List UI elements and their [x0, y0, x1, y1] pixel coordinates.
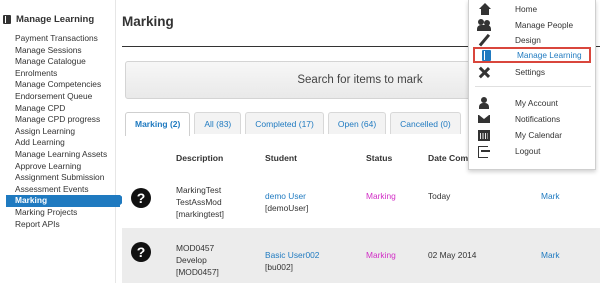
- sidebar: Manage Learning Payment Transactions Man…: [0, 0, 126, 283]
- page-title: Marking: [122, 14, 174, 29]
- home-icon: [477, 2, 493, 15]
- menu-item-label: Manage People: [515, 19, 574, 30]
- column-header-date: Date Comp: [428, 153, 474, 163]
- menu-item-my-calendar[interactable]: My Calendar: [473, 127, 591, 142]
- menu-item-label: Design: [515, 34, 541, 45]
- sidebar-item-marking[interactable]: Marking: [6, 195, 126, 207]
- sidebar-header: Manage Learning: [3, 13, 94, 25]
- sidebar-item-manage-cpd-progress[interactable]: Manage CPD progress: [0, 114, 116, 126]
- student-link[interactable]: demo User: [265, 190, 308, 202]
- description-line: [markingtest]: [176, 209, 224, 219]
- tab-completed[interactable]: Completed (17): [245, 112, 324, 134]
- sidebar-nav: Payment Transactions Manage Sessions Man…: [0, 33, 126, 231]
- menu-item-design[interactable]: Design: [473, 32, 591, 47]
- pencil-icon: [477, 34, 493, 46]
- sidebar-item-manage-learning-assets[interactable]: Manage Learning Assets: [0, 149, 116, 161]
- menu-item-label: Home: [515, 3, 538, 14]
- menu-item-label: Notifications: [515, 113, 561, 124]
- tab-all[interactable]: All (83): [194, 112, 242, 134]
- tab-cancelled[interactable]: Cancelled (0): [390, 112, 461, 134]
- student-id: [demoUser]: [265, 203, 309, 213]
- sidebar-item-manage-cpd[interactable]: Manage CPD: [0, 103, 116, 115]
- column-header-status: Status: [366, 153, 393, 163]
- menu-item-label: My Calendar: [515, 129, 563, 140]
- description-cell: MarkingTest TestAssMod [markingtest]: [176, 184, 224, 220]
- description-line: TestAssMod: [176, 197, 222, 207]
- student-cell: demo User [demoUser]: [265, 190, 308, 214]
- tab-open[interactable]: Open (64): [327, 112, 387, 134]
- book-icon: [479, 49, 495, 61]
- sidebar-item-add-learning[interactable]: Add Learning: [0, 137, 116, 149]
- menu-item-my-account[interactable]: My Account: [473, 95, 591, 110]
- question-icon: ?: [131, 188, 151, 208]
- menu-item-logout[interactable]: Logout: [473, 143, 591, 158]
- menu-item-manage-people[interactable]: Manage People: [473, 17, 591, 32]
- sidebar-item-payment-transactions[interactable]: Payment Transactions: [0, 33, 116, 45]
- menu-item-notifications[interactable]: Notifications: [473, 111, 591, 126]
- envelope-icon: [477, 113, 493, 125]
- sidebar-item-enrolments[interactable]: Enrolments: [0, 68, 116, 80]
- status-badge: Marking: [366, 191, 396, 201]
- status-badge: Marking: [366, 250, 396, 260]
- date-cell: Today: [428, 191, 451, 201]
- question-icon: ?: [131, 242, 151, 262]
- description-cell: MOD0457 Develop [MOD0457]: [176, 242, 219, 278]
- sidebar-item-manage-sessions[interactable]: Manage Sessions: [0, 45, 116, 57]
- sidebar-item-manage-competencies[interactable]: Manage Competencies: [0, 79, 116, 91]
- description-line: Develop: [176, 255, 207, 265]
- logout-icon: [477, 145, 493, 158]
- sidebar-item-endorsement-queue[interactable]: Endorsement Queue: [0, 91, 116, 103]
- table-row: ? MOD0457 Develop [MOD0457] Basic User00…: [122, 228, 600, 283]
- calendar-icon: [477, 129, 493, 141]
- menu-item-settings[interactable]: Settings: [473, 64, 591, 79]
- column-header-description: Description: [176, 153, 224, 163]
- student-id: [bu002]: [265, 262, 293, 272]
- menu-item-home[interactable]: Home: [473, 1, 591, 16]
- sidebar-item-assessment-events[interactable]: Assessment Events: [0, 184, 116, 196]
- mark-link[interactable]: Mark: [541, 249, 560, 261]
- menu-item-label: Settings: [515, 66, 545, 77]
- menu-item-label: My Account: [515, 97, 558, 108]
- sidebar-item-manage-catalogue[interactable]: Manage Catalogue: [0, 56, 116, 68]
- table-row: ? MarkingTest TestAssMod [markingtest] d…: [122, 172, 600, 227]
- description-line: MOD0457: [176, 243, 215, 253]
- menu-divider: [475, 86, 591, 87]
- book-icon: [3, 14, 11, 24]
- date-cell: 02 May 2014: [428, 250, 477, 260]
- user-icon: [477, 96, 493, 109]
- sidebar-item-assign-learning[interactable]: Assign Learning: [0, 126, 116, 138]
- mark-link[interactable]: Mark: [541, 190, 560, 202]
- people-icon: [477, 18, 493, 31]
- menu-item-label: Logout: [515, 145, 541, 156]
- tab-bar: Marking (2) All (83) Completed (17) Open…: [125, 112, 465, 136]
- description-line: [MOD0457]: [176, 267, 219, 277]
- main-menu-dropdown: Home Manage People Design Manage Learnin…: [468, 0, 596, 170]
- menu-item-manage-learning[interactable]: Manage Learning: [473, 47, 591, 63]
- sidebar-item-assignment-submission[interactable]: Assignment Submission: [0, 172, 116, 184]
- tab-marking[interactable]: Marking (2): [125, 112, 191, 136]
- sidebar-item-report-apis[interactable]: Report APIs: [0, 219, 116, 231]
- menu-item-label: Manage Learning: [517, 50, 582, 60]
- column-header-student: Student: [265, 153, 297, 163]
- sidebar-item-approve-learning[interactable]: Approve Learning: [0, 161, 116, 173]
- student-cell: Basic User002 [bu002]: [265, 249, 319, 273]
- sidebar-title: Manage Learning: [16, 13, 95, 25]
- description-line: MarkingTest: [176, 185, 222, 195]
- tools-icon: [477, 66, 493, 78]
- student-link[interactable]: Basic User002: [265, 249, 319, 261]
- sidebar-item-marking-projects[interactable]: Marking Projects: [0, 207, 116, 219]
